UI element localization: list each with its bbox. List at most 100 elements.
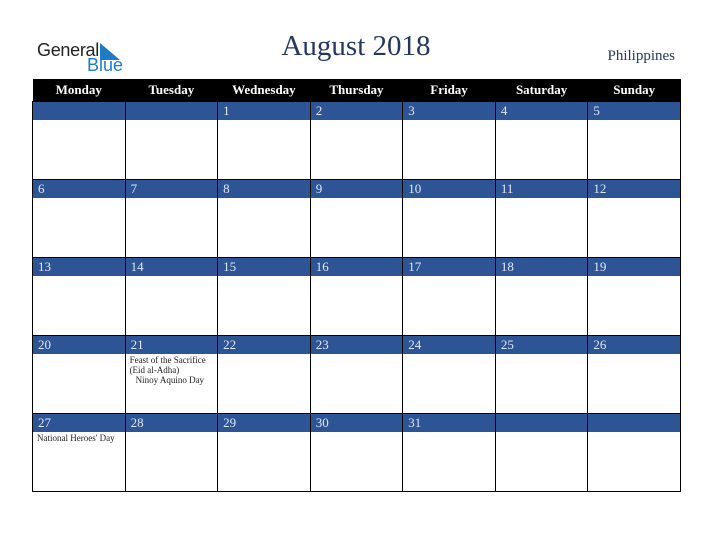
day-number: 26	[588, 336, 680, 354]
day-number: 9	[310, 180, 403, 198]
day-cell[interactable]: 16	[309, 257, 404, 336]
day-cell[interactable]: 29	[217, 413, 311, 492]
day-number: 24	[403, 336, 495, 354]
day-cell[interactable]: 15	[217, 257, 311, 336]
day-events	[588, 120, 680, 179]
day-events	[496, 198, 588, 257]
day-cell[interactable]: 4	[494, 101, 589, 180]
day-number: 19	[588, 258, 680, 276]
day-cell[interactable]	[587, 413, 681, 492]
day-events	[218, 198, 310, 257]
day-number: 29	[218, 414, 310, 432]
day-cell[interactable]: 27 National Heroes' Day	[32, 413, 126, 492]
weekday-thursday: Thursday	[310, 79, 403, 102]
day-cell[interactable]: 19	[587, 257, 681, 336]
day-number: 14	[125, 258, 218, 276]
day-events	[311, 432, 403, 491]
day-cell[interactable]: 8	[217, 179, 311, 258]
day-cell[interactable]: 22	[217, 335, 311, 414]
day-number: 16	[310, 258, 403, 276]
day-cell[interactable]: 7	[124, 179, 219, 258]
day-number: 4	[495, 102, 588, 120]
day-events	[403, 198, 495, 257]
day-events	[33, 120, 125, 179]
day-events	[311, 354, 403, 413]
day-cell[interactable]: 12	[587, 179, 681, 258]
day-number: 25	[495, 336, 588, 354]
day-number: 3	[403, 102, 495, 120]
day-events	[33, 198, 125, 257]
day-cell[interactable]: 28	[124, 413, 219, 492]
day-cell[interactable]: 26	[587, 335, 681, 414]
calendar-body: 1 2 3 4 5 6 7 8 9 10 11 12 13 14 15 16 17 18 19 20 21 Feast o…	[32, 101, 681, 492]
day-events	[588, 432, 680, 491]
day-number: 11	[495, 180, 588, 198]
day-number: 10	[403, 180, 495, 198]
day-cell[interactable]: 24	[402, 335, 496, 414]
day-events	[33, 276, 125, 335]
day-cell[interactable]: 31	[402, 413, 496, 492]
day-cell[interactable]: 23	[309, 335, 404, 414]
day-number: 13	[33, 258, 125, 276]
day-number: 6	[33, 180, 125, 198]
day-cell[interactable]	[494, 413, 589, 492]
day-cell[interactable]: 14	[124, 257, 219, 336]
day-cell[interactable]: 2	[309, 101, 404, 180]
day-cell[interactable]: 5	[587, 101, 681, 180]
page-title: August 2018	[281, 30, 431, 62]
day-events	[311, 198, 403, 257]
weekday-saturday: Saturday	[495, 79, 588, 102]
holiday-event: Ninoy Aquino Day	[135, 375, 205, 385]
day-number: 20	[33, 336, 125, 354]
day-cell[interactable]: 10	[402, 179, 496, 258]
holiday-event: National Heroes' Day	[37, 433, 115, 443]
day-events	[496, 354, 588, 413]
day-events	[588, 276, 680, 335]
day-cell[interactable]: 20	[32, 335, 126, 414]
day-cell[interactable]	[32, 101, 126, 180]
day-number: 1	[218, 102, 310, 120]
day-cell[interactable]: 17	[402, 257, 496, 336]
weekday-wednesday: Wednesday	[217, 79, 311, 102]
day-events	[218, 432, 310, 491]
day-events	[218, 276, 310, 335]
day-events	[311, 276, 403, 335]
day-number: 30	[310, 414, 403, 432]
day-cell[interactable]: 21 Feast of the Sacrifice (Eid al-Adha) Ni…	[124, 335, 219, 414]
day-cell[interactable]	[124, 101, 219, 180]
day-cell[interactable]: 30	[309, 413, 404, 492]
day-cell[interactable]: 1	[217, 101, 311, 180]
day-number: 21	[125, 336, 218, 354]
week-row: 6 7 8 9 10 11 12	[32, 179, 681, 258]
day-cell[interactable]: 13	[32, 257, 126, 336]
day-events	[126, 276, 218, 335]
day-cell[interactable]: 6	[32, 179, 126, 258]
day-events	[403, 276, 495, 335]
day-cell[interactable]: 3	[402, 101, 496, 180]
day-cell[interactable]: 9	[309, 179, 404, 258]
day-number: 23	[310, 336, 403, 354]
day-events	[496, 120, 588, 179]
day-events	[126, 198, 218, 257]
day-cell[interactable]: 11	[494, 179, 589, 258]
calendar-grid: Monday Tuesday Wednesday Thursday Friday Satu…	[32, 79, 681, 492]
day-number: 17	[403, 258, 495, 276]
day-number: 2	[310, 102, 403, 120]
day-number: 5	[588, 102, 680, 120]
day-cell[interactable]: 25	[494, 335, 589, 414]
day-events	[588, 354, 680, 413]
day-number: 28	[125, 414, 218, 432]
day-number: 27	[33, 414, 125, 432]
week-row: 12345	[32, 101, 681, 180]
day-events	[496, 432, 588, 491]
weekday-header-row: Monday Tuesday Wednesday Thursday Friday Satu…	[32, 79, 681, 102]
day-events	[496, 276, 588, 335]
day-events	[403, 120, 495, 179]
day-number: 15	[218, 258, 310, 276]
week-row: 27 National Heroes' Day 28 29 30 31	[32, 413, 681, 492]
day-events	[218, 120, 310, 179]
day-cell[interactable]: 18	[494, 257, 589, 336]
day-number: 22	[218, 336, 310, 354]
weekday-friday: Friday	[402, 79, 496, 102]
day-events	[126, 120, 218, 179]
